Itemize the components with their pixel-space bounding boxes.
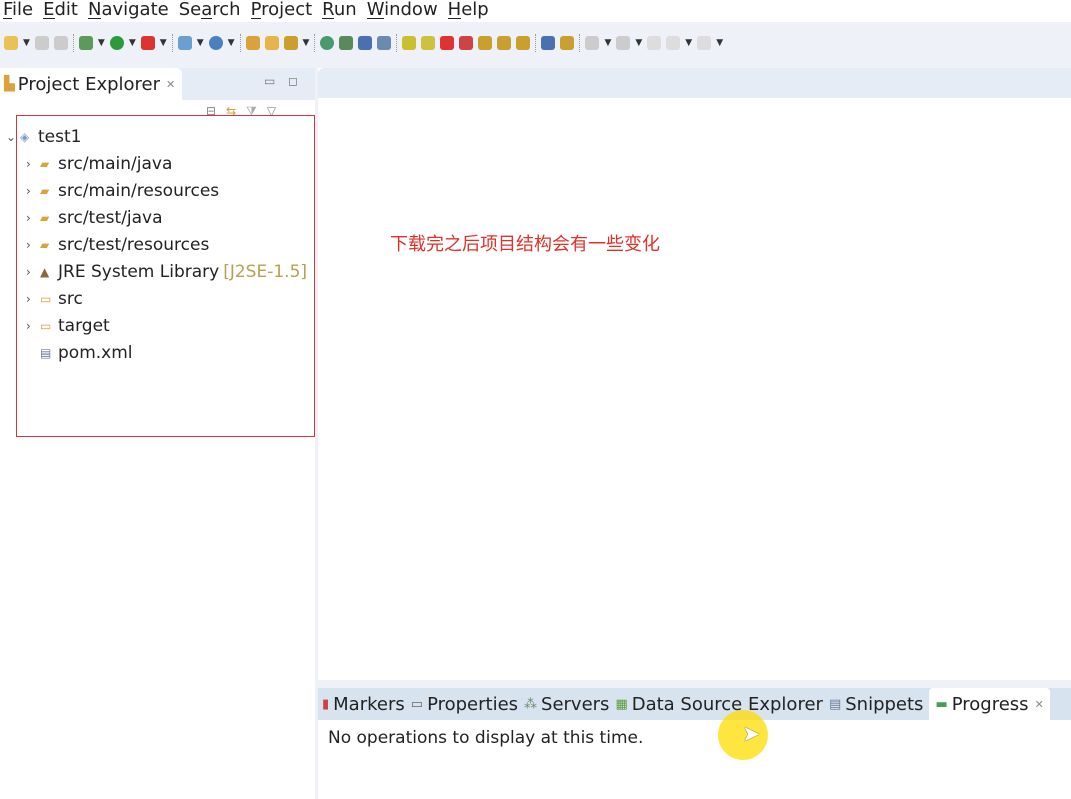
- menu-bar: File Edit Navigate Search Project Run Window He…: [0, 0, 1071, 22]
- mnemonic-underline: [322, 18, 334, 19]
- search-icon[interactable]: [339, 36, 354, 50]
- annotation-text: 下载完之后项目结构会有一些变化: [390, 234, 660, 255]
- project-explorer-icon: ▙: [4, 76, 15, 92]
- data-source-icon: ▦: [615, 696, 628, 712]
- tab-progress[interactable]: ▬ Progress ✕: [929, 688, 1050, 720]
- menu-navigate[interactable]: Navigate: [85, 0, 176, 22]
- dropdown-icon[interactable]: ▼: [303, 38, 310, 48]
- tab-label: Progress: [951, 693, 1029, 715]
- tab-label: Properties: [427, 693, 519, 715]
- dropdown-icon[interactable]: ▼: [197, 38, 204, 48]
- console-icon[interactable]: [358, 36, 373, 50]
- tab-servers[interactable]: ⁂ Servers: [524, 688, 615, 720]
- save-icon[interactable]: [34, 36, 49, 50]
- forward-icon[interactable]: [697, 36, 712, 50]
- next-annotation-icon[interactable]: [585, 36, 600, 50]
- debug-icon[interactable]: [78, 36, 93, 50]
- highlight-box: [16, 115, 315, 437]
- new-icon[interactable]: [4, 36, 18, 50]
- tab-data-source-explorer[interactable]: ▦ Data Source Explorer: [615, 688, 829, 720]
- mnemonic-underline: [250, 18, 262, 19]
- tab-label: Snippets: [845, 693, 924, 715]
- step-into-icon[interactable]: [478, 36, 493, 50]
- dropdown-icon[interactable]: ▼: [716, 38, 723, 48]
- dropdown-icon[interactable]: ▼: [685, 38, 692, 48]
- back-icon[interactable]: [666, 36, 681, 50]
- open-type-icon[interactable]: [245, 36, 260, 50]
- bottom-panel: ▮ Markers ▭ Properties ⁂ Servers ▦ Data Source …: [318, 688, 1071, 799]
- prev-annotation-icon[interactable]: [616, 36, 631, 50]
- globe-icon[interactable]: [320, 36, 335, 50]
- disconnect-icon[interactable]: [459, 36, 474, 50]
- bottom-tab-bar: ▮ Markers ▭ Properties ⁂ Servers ▦ Data Source …: [318, 688, 1071, 720]
- dropdown-icon[interactable]: ▼: [98, 38, 105, 48]
- step-return-icon[interactable]: [516, 36, 531, 50]
- toolbar: ▼ ▼ ▼ ▼ ▼ ▼ ▼ ▼ ▼ ▼ ▼: [0, 28, 1071, 58]
- mnemonic-underline: [447, 18, 462, 19]
- properties-icon: ▭: [410, 696, 424, 712]
- markers-icon: ▮: [322, 696, 330, 712]
- tab-properties[interactable]: ▭ Properties: [411, 688, 524, 720]
- mnemonic-underline: [87, 18, 102, 19]
- mnemonic-underline: [366, 18, 385, 19]
- tab-project-explorer[interactable]: ▙ Project Explorer ✕: [0, 68, 182, 100]
- external-tools-icon[interactable]: [140, 36, 155, 50]
- last-edit-icon[interactable]: [647, 36, 662, 50]
- progress-message: No operations to display at this time.: [328, 728, 644, 748]
- editor-tab-bar: [318, 68, 1071, 98]
- mnemonic-underline: [201, 18, 213, 19]
- pen-icon[interactable]: [283, 36, 298, 50]
- new-class-icon[interactable]: [208, 36, 223, 50]
- dropdown-icon[interactable]: ▼: [604, 38, 611, 48]
- task-icon[interactable]: [541, 36, 556, 50]
- dropdown-icon[interactable]: ▼: [129, 38, 136, 48]
- save-all-icon[interactable]: [53, 36, 68, 50]
- menu-file[interactable]: File: [0, 0, 40, 22]
- dropdown-icon[interactable]: ▼: [635, 38, 642, 48]
- dropdown-icon[interactable]: ▼: [23, 38, 30, 48]
- suspend-icon[interactable]: [421, 36, 436, 50]
- close-icon[interactable]: ✕: [166, 78, 175, 91]
- mnemonic-underline: [3, 18, 13, 19]
- mnemonic-underline: [43, 18, 55, 19]
- snippets-icon: ▤: [828, 696, 842, 712]
- close-icon[interactable]: ✕: [1035, 698, 1044, 711]
- tab-label: Data Source Explorer: [631, 693, 823, 715]
- servers-icon: ⁂: [524, 696, 538, 712]
- maximize-icon[interactable]: ◻: [288, 74, 298, 88]
- pin-icon[interactable]: [377, 36, 392, 50]
- run-icon[interactable]: [109, 36, 124, 50]
- menu-search[interactable]: Search: [176, 0, 248, 22]
- progress-icon: ▬: [935, 696, 948, 712]
- tab-markers[interactable]: ▮ Markers: [322, 688, 411, 720]
- tab-label: Markers: [333, 693, 405, 715]
- dropdown-icon[interactable]: ▼: [160, 38, 167, 48]
- new-server-icon[interactable]: [177, 36, 192, 50]
- dropdown-icon[interactable]: ▼: [228, 38, 235, 48]
- menu-help[interactable]: Help: [445, 0, 496, 22]
- step-over-icon[interactable]: [497, 36, 512, 50]
- minimize-icon[interactable]: ▭: [264, 74, 275, 88]
- menu-project[interactable]: Project: [248, 0, 320, 22]
- menu-edit[interactable]: Edit: [40, 0, 85, 22]
- editor-area: [318, 68, 1071, 680]
- open-folder-icon[interactable]: [264, 36, 279, 50]
- annotation-icon[interactable]: [560, 36, 575, 50]
- tab-label: Project Explorer: [17, 73, 161, 95]
- tab-label: Servers: [541, 693, 610, 715]
- tab-snippets[interactable]: ▤ Snippets: [829, 688, 930, 720]
- menu-run[interactable]: Run: [319, 0, 364, 22]
- mouse-pointer-icon: ➤: [742, 722, 761, 747]
- menu-window[interactable]: Window: [364, 0, 445, 22]
- resume-icon[interactable]: [402, 36, 417, 50]
- terminate-icon[interactable]: [440, 36, 455, 50]
